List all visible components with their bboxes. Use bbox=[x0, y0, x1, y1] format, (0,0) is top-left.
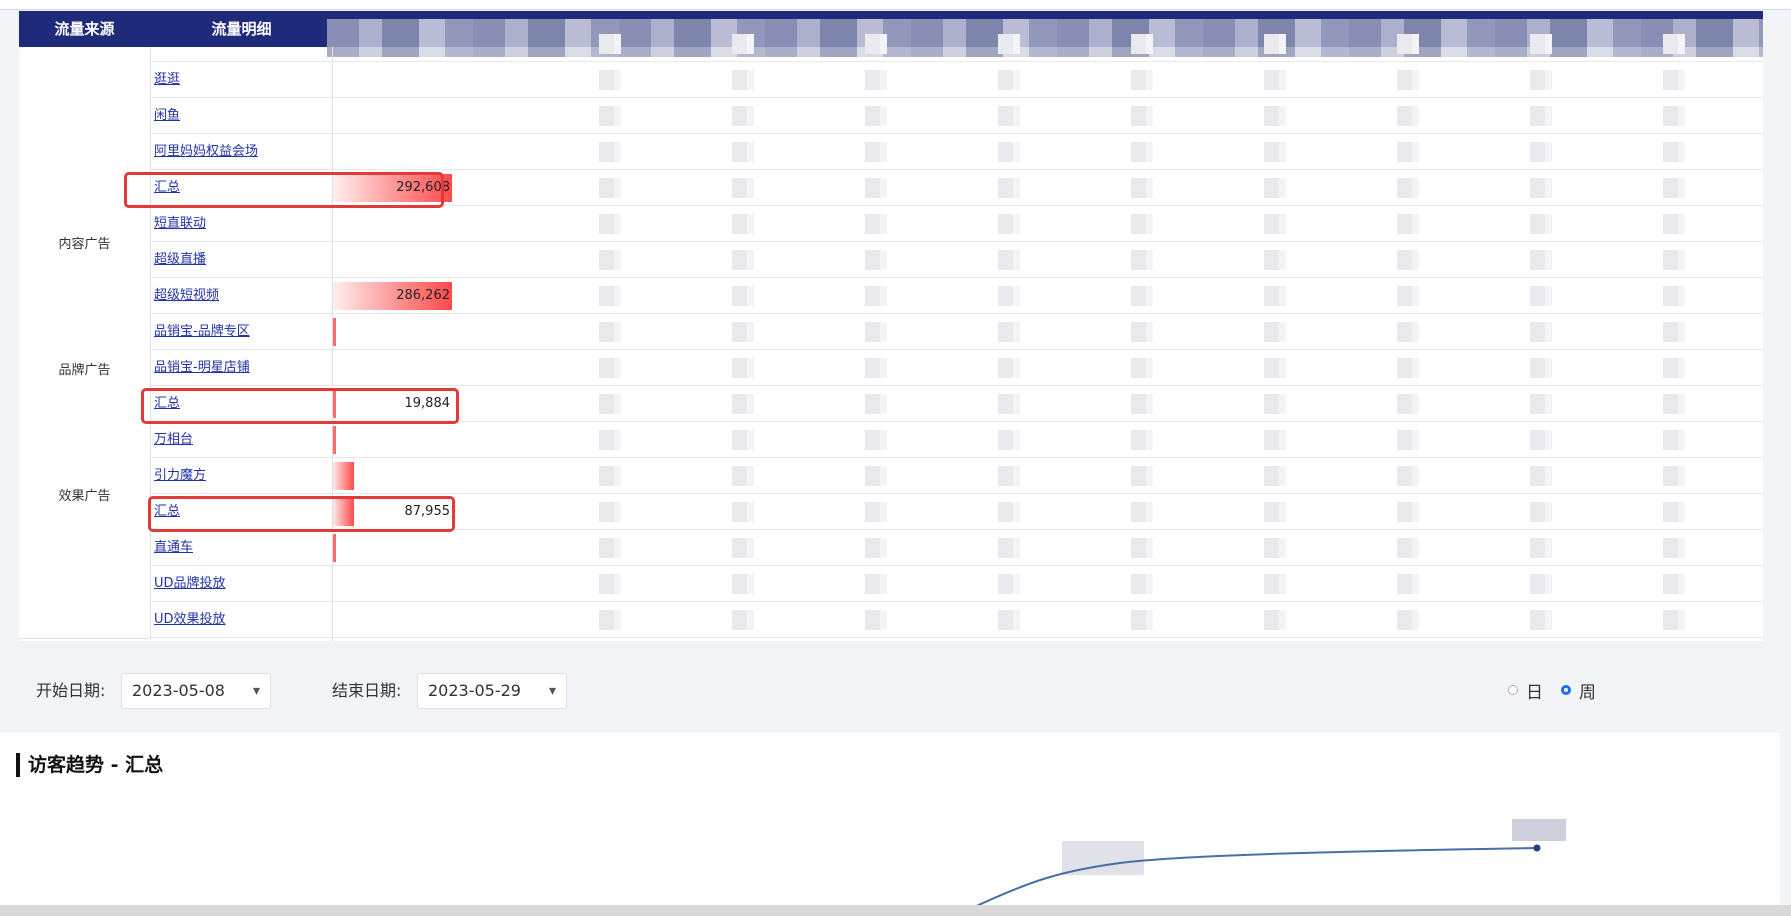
trend-chart bbox=[969, 819, 1566, 910]
chevron-down-icon: ▾ bbox=[548, 683, 556, 699]
chevron-down-icon: ▾ bbox=[252, 683, 260, 699]
data-point[interactable] bbox=[1533, 844, 1541, 852]
traffic-detail-link[interactable]: 直通车 bbox=[154, 530, 193, 566]
blurred-cells bbox=[489, 286, 1759, 306]
blurred-cells bbox=[489, 142, 1759, 162]
traffic-source-cell bbox=[19, 47, 151, 171]
value-cell bbox=[314, 606, 452, 634]
radio-day-label[interactable]: 日 bbox=[1526, 678, 1543, 703]
blurred-cells bbox=[489, 322, 1759, 342]
blurred-cells bbox=[489, 466, 1759, 486]
traffic-source-cell: 效果广告 bbox=[19, 422, 151, 567]
blurred-cells bbox=[489, 430, 1759, 450]
table-row: 逛逛 bbox=[19, 62, 1763, 98]
value-cell: 286,262 bbox=[314, 282, 452, 310]
traffic-detail-link[interactable]: 闲鱼 bbox=[154, 98, 180, 134]
traffic-detail-link[interactable]: 逛逛 bbox=[154, 62, 180, 98]
traffic-table: 流量来源 流量明细 逛逛 闲鱼 阿里妈妈权益会场 汇总 292,608 短直联动 超级直播超… bbox=[19, 11, 1763, 641]
summary-highlight-box bbox=[124, 172, 444, 208]
table-row: 品销宝-明星店铺 bbox=[19, 350, 1763, 386]
end-date-select[interactable]: 2023-05-29 ▾ bbox=[417, 673, 567, 709]
start-date-select[interactable]: 2023-05-08 ▾ bbox=[121, 673, 271, 709]
granularity-radio-group: 日 周 bbox=[1508, 675, 1614, 705]
value-cell bbox=[314, 66, 452, 94]
table-row: UD效果投放 bbox=[19, 602, 1763, 638]
traffic-detail-link[interactable]: 品销宝-品牌专区 bbox=[154, 314, 250, 350]
blurred-cells bbox=[489, 610, 1759, 630]
traffic-detail-link[interactable]: 超级直播 bbox=[154, 242, 206, 278]
blurred-cells bbox=[489, 574, 1759, 594]
blurred-cells bbox=[489, 34, 1759, 54]
blurred-cells bbox=[489, 214, 1759, 234]
table-row: 阿里妈妈权益会场 bbox=[19, 134, 1763, 170]
table-row: 直通车 bbox=[19, 530, 1763, 566]
value-cell bbox=[314, 138, 452, 166]
blurred-cells bbox=[489, 106, 1759, 126]
radio-week[interactable] bbox=[1561, 685, 1571, 695]
traffic-detail-link[interactable]: UD品牌投放 bbox=[154, 566, 226, 602]
value-cell bbox=[314, 30, 452, 58]
table-row: 引力魔方 bbox=[19, 458, 1763, 494]
value-cell bbox=[314, 318, 452, 346]
traffic-detail-link[interactable]: 超级短视频 bbox=[154, 278, 219, 314]
table-row: 万相台 bbox=[19, 422, 1763, 458]
blurred-cells bbox=[489, 394, 1759, 414]
value-cell bbox=[314, 462, 452, 490]
trend-line bbox=[969, 847, 1538, 910]
column-divider bbox=[332, 47, 333, 641]
blurred-cells bbox=[489, 358, 1759, 378]
blurred-data-label bbox=[1512, 819, 1566, 841]
table-row bbox=[19, 26, 1763, 62]
start-date-value: 2023-05-08 bbox=[132, 681, 225, 700]
start-date-label: 开始日期: bbox=[36, 681, 106, 700]
table-row: 闲鱼 bbox=[19, 98, 1763, 134]
traffic-detail-link[interactable]: 引力魔方 bbox=[154, 458, 206, 494]
value-cell bbox=[314, 534, 452, 562]
visitor-trend-panel: 访客趋势 - 汇总 bbox=[0, 733, 1780, 910]
value-cell bbox=[314, 246, 452, 274]
blurred-cells bbox=[489, 178, 1759, 198]
radio-week-label[interactable]: 周 bbox=[1579, 678, 1596, 703]
summary-highlight-box bbox=[141, 388, 459, 424]
value-cell bbox=[314, 210, 452, 238]
table-row: 短直联动 bbox=[19, 206, 1763, 242]
end-date-label: 结束日期: bbox=[332, 681, 402, 700]
window-bottom-strip bbox=[0, 905, 1791, 916]
traffic-detail-link[interactable]: 品销宝-明星店铺 bbox=[154, 350, 250, 386]
value-cell bbox=[314, 354, 452, 382]
window-top-strip bbox=[0, 0, 1791, 10]
end-date-value: 2023-05-29 bbox=[428, 681, 521, 700]
blurred-cells bbox=[489, 502, 1759, 522]
table-row: 品销宝-品牌专区 bbox=[19, 314, 1763, 350]
value-cell bbox=[314, 426, 452, 454]
traffic-detail-link[interactable]: 万相台 bbox=[154, 422, 193, 458]
traffic-detail-link[interactable]: 阿里妈妈权益会场 bbox=[154, 134, 258, 170]
summary-highlight-box bbox=[148, 496, 455, 532]
traffic-source-cell: 品牌广告 bbox=[19, 314, 151, 423]
filter-bar: 开始日期: 2023-05-08 ▾ 结束日期: 2023-05-29 ▾ 日 … bbox=[0, 641, 1791, 733]
blurred-cells bbox=[489, 70, 1759, 90]
table-row: 超级短视频 286,262 bbox=[19, 278, 1763, 314]
table-row: 超级直播 bbox=[19, 242, 1763, 278]
traffic-detail-link[interactable]: 短直联动 bbox=[154, 206, 206, 242]
table-row: UD品牌投放 bbox=[19, 566, 1763, 602]
blurred-cells bbox=[489, 250, 1759, 270]
row-divider bbox=[150, 637, 1763, 638]
traffic-detail-link[interactable]: UD效果投放 bbox=[154, 602, 226, 638]
value-text: 286,262 bbox=[396, 288, 450, 303]
blurred-cells bbox=[489, 538, 1759, 558]
value-cell bbox=[314, 570, 452, 598]
value-cell bbox=[314, 102, 452, 130]
radio-day[interactable] bbox=[1508, 685, 1518, 695]
value-bar bbox=[332, 462, 354, 490]
traffic-source-cell bbox=[19, 566, 151, 639]
